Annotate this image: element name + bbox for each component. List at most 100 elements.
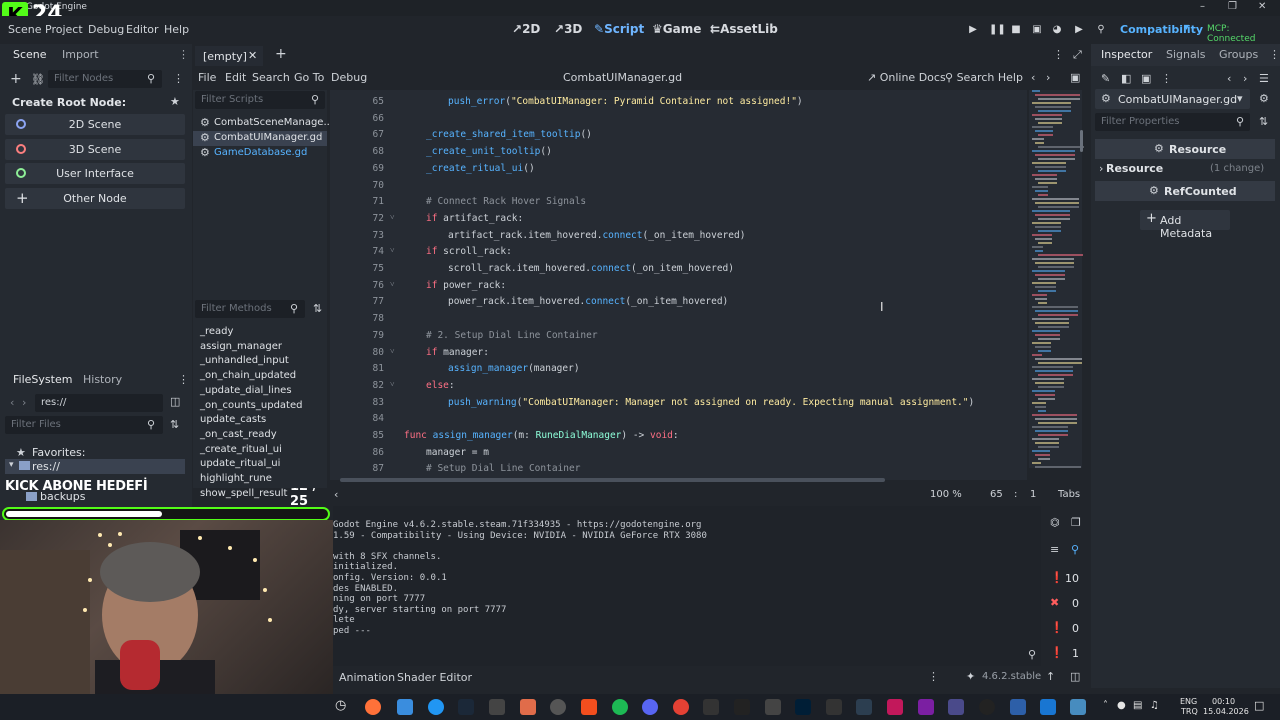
code-line[interactable]: 73 artifact_rack.item_hovered.connect(_on… bbox=[330, 230, 1027, 246]
method-list-item[interactable]: _on_cast_ready bbox=[200, 429, 277, 440]
github-icon[interactable] bbox=[550, 699, 566, 715]
code-line[interactable]: 66 bbox=[330, 113, 1027, 129]
res-root-row[interactable]: ▾ res:// bbox=[5, 459, 185, 474]
code-editor[interactable]: 65 push_error("CombatUIManager: Pyramid C… bbox=[330, 90, 1027, 480]
code-line[interactable]: 87 # Setup Dial Line Container bbox=[330, 463, 1027, 479]
new-resource-icon[interactable]: ✎ bbox=[1101, 72, 1110, 85]
filter-methods-input[interactable]: Filter Methods bbox=[195, 300, 305, 318]
play-icon[interactable]: ▶ bbox=[967, 24, 979, 36]
app-icon[interactable] bbox=[979, 699, 995, 715]
clock-app-icon[interactable]: ◷ bbox=[335, 698, 346, 713]
app-icon[interactable] bbox=[887, 699, 903, 715]
workspace-script[interactable]: ✎Script bbox=[594, 22, 644, 36]
menu-editor[interactable]: Editor bbox=[126, 23, 159, 36]
script-menu-edit[interactable]: Edit bbox=[225, 71, 246, 84]
script-menu-goto[interactable]: Go To bbox=[294, 71, 324, 84]
history-forward-icon[interactable]: › bbox=[1243, 72, 1247, 85]
method-list-item[interactable]: _update_dial_lines bbox=[200, 385, 292, 396]
dock-menu-icon[interactable]: ⋮ bbox=[178, 48, 189, 61]
output-log[interactable]: Godot Engine v4.6.2.stable.steam.71f3349… bbox=[333, 506, 1041, 666]
fold-arrow-icon[interactable]: ˅ bbox=[390, 246, 395, 255]
save-icon[interactable]: ▣ bbox=[1141, 72, 1151, 85]
tab-history[interactable]: History bbox=[83, 373, 122, 386]
tab-filesystem[interactable]: FileSystem bbox=[13, 373, 72, 386]
sort-methods-icon[interactable]: ⇅ bbox=[313, 302, 322, 315]
pause-icon[interactable]: ❚❚ bbox=[989, 24, 1006, 36]
code-line[interactable]: 85 func assign_manager(m: RuneDialManager… bbox=[330, 430, 1027, 446]
2d-scene-button[interactable]: 2D Scene bbox=[5, 114, 185, 135]
code-line[interactable]: 70 bbox=[330, 180, 1027, 196]
zoom-level[interactable]: 100 % bbox=[930, 489, 962, 500]
code-line[interactable]: 75 scroll_rack.item_hovered.connect(_on_i… bbox=[330, 263, 1027, 279]
code-line[interactable]: 79 # 2. Setup Dial Line Container bbox=[330, 330, 1027, 346]
filter-properties-input[interactable]: Filter Properties bbox=[1095, 113, 1250, 131]
engine-version[interactable]: 4.6.2.stable bbox=[982, 671, 1041, 682]
workspace-2d[interactable]: ↗2D bbox=[512, 22, 540, 36]
messages-filter[interactable]: ❗ 10 bbox=[1048, 571, 1086, 587]
add-node-icon[interactable]: + bbox=[10, 71, 22, 87]
app-icon[interactable] bbox=[948, 699, 964, 715]
script-menu-file[interactable]: File bbox=[198, 71, 216, 84]
clock-time[interactable]: 00:10 bbox=[1212, 697, 1235, 706]
indent-mode[interactable]: Tabs bbox=[1058, 489, 1080, 500]
remote-debug-icon[interactable]: ▣ bbox=[1031, 24, 1043, 36]
lang-primary[interactable]: ENG bbox=[1180, 697, 1197, 706]
code-line[interactable]: 84 bbox=[330, 413, 1027, 429]
object-selector[interactable]: ⚙ CombatUIManager.gd ▾ bbox=[1095, 89, 1250, 109]
tab-signals[interactable]: Signals bbox=[1166, 48, 1206, 61]
filter-files-input[interactable]: Filter Files bbox=[5, 416, 163, 434]
close-window-icon[interactable]: ✕ bbox=[1258, 1, 1266, 12]
terminal-icon[interactable] bbox=[703, 699, 719, 715]
menu-scene[interactable]: Scene bbox=[8, 23, 42, 36]
method-list-item[interactable]: _on_chain_updated bbox=[200, 370, 296, 381]
search-play-icon[interactable]: ⚲ bbox=[1095, 24, 1107, 36]
code-line[interactable]: 80 ˅ if manager: bbox=[330, 347, 1027, 363]
open-folder-icon[interactable]: ◧ bbox=[1121, 72, 1131, 85]
code-line[interactable]: 68 _create_unit_tooltip() bbox=[330, 146, 1027, 162]
fold-arrow-icon[interactable]: ˅ bbox=[390, 347, 395, 356]
code-vscrollbar[interactable] bbox=[1080, 130, 1083, 152]
script-list-item[interactable]: ⚙ CombatUIManager.gd bbox=[193, 131, 327, 146]
script-list-item[interactable]: ⚙ GameDatabase.gd bbox=[193, 146, 327, 161]
app-icon[interactable] bbox=[428, 699, 444, 715]
warnings-filter[interactable]: ❗ 0 bbox=[1048, 621, 1086, 637]
app-icon[interactable] bbox=[1010, 699, 1026, 715]
distraction-free-icon[interactable]: ⤢ bbox=[1073, 48, 1082, 62]
tray-chevron-icon[interactable]: ˄ bbox=[1103, 700, 1108, 711]
clock-date[interactable]: 15.04.2026 bbox=[1203, 707, 1249, 716]
user-interface-button[interactable]: User Interface bbox=[5, 163, 185, 184]
unity-icon[interactable] bbox=[489, 699, 505, 715]
menu-debug[interactable]: Debug bbox=[88, 23, 124, 36]
tab-scene[interactable]: Scene bbox=[13, 48, 47, 61]
sort-icon[interactable]: ⇅ bbox=[170, 418, 179, 431]
fold-arrow-icon[interactable]: ˅ bbox=[390, 213, 395, 222]
kebab-menu-icon[interactable]: ⋮ bbox=[173, 72, 184, 85]
chrome-icon[interactable] bbox=[673, 699, 689, 715]
code-line[interactable]: 86 manager = m bbox=[330, 447, 1027, 463]
movie-icon[interactable]: ◕ bbox=[1051, 24, 1063, 36]
kebab-menu-icon[interactable]: ⋮ bbox=[1053, 48, 1064, 61]
method-list-item[interactable]: _unhandled_input bbox=[200, 355, 289, 366]
dock-menu-icon[interactable]: ⋮ bbox=[178, 373, 189, 386]
code-line[interactable]: 83 push_warning("CombatUIManager: Manager… bbox=[330, 397, 1027, 413]
fold-arrow-icon[interactable]: ˅ bbox=[390, 280, 395, 289]
firefox-icon[interactable] bbox=[365, 699, 381, 715]
resource-category-row[interactable]: › Resource (1 change) bbox=[1095, 161, 1275, 177]
method-list-item[interactable]: show_spell_result bbox=[200, 488, 287, 499]
code-hscrollbar[interactable] bbox=[340, 478, 885, 482]
app-icon[interactable] bbox=[1040, 699, 1056, 715]
app-icon[interactable] bbox=[765, 699, 781, 715]
copy-output-icon[interactable]: ❐ bbox=[1071, 516, 1081, 529]
forward-arrow-icon[interactable]: › bbox=[22, 396, 26, 409]
wrap-icon[interactable]: ≡ bbox=[1050, 543, 1059, 556]
pin-panel-icon[interactable]: ◫ bbox=[1070, 670, 1080, 683]
errors-filter[interactable]: ✖ 0 bbox=[1048, 596, 1086, 612]
method-list-item[interactable]: _ready bbox=[200, 326, 233, 337]
float-window-icon[interactable]: ▣ bbox=[1070, 71, 1080, 84]
code-line[interactable]: 69 _create_ritual_ui() bbox=[330, 163, 1027, 179]
spotify-icon[interactable] bbox=[612, 699, 628, 715]
code-line[interactable]: 74 ˅ if scroll_rack: bbox=[330, 246, 1027, 262]
app-icon[interactable] bbox=[520, 699, 536, 715]
workspace-3d[interactable]: ↗3D bbox=[554, 22, 582, 36]
toggle-scripts-icon[interactable]: ‹ bbox=[334, 488, 338, 501]
